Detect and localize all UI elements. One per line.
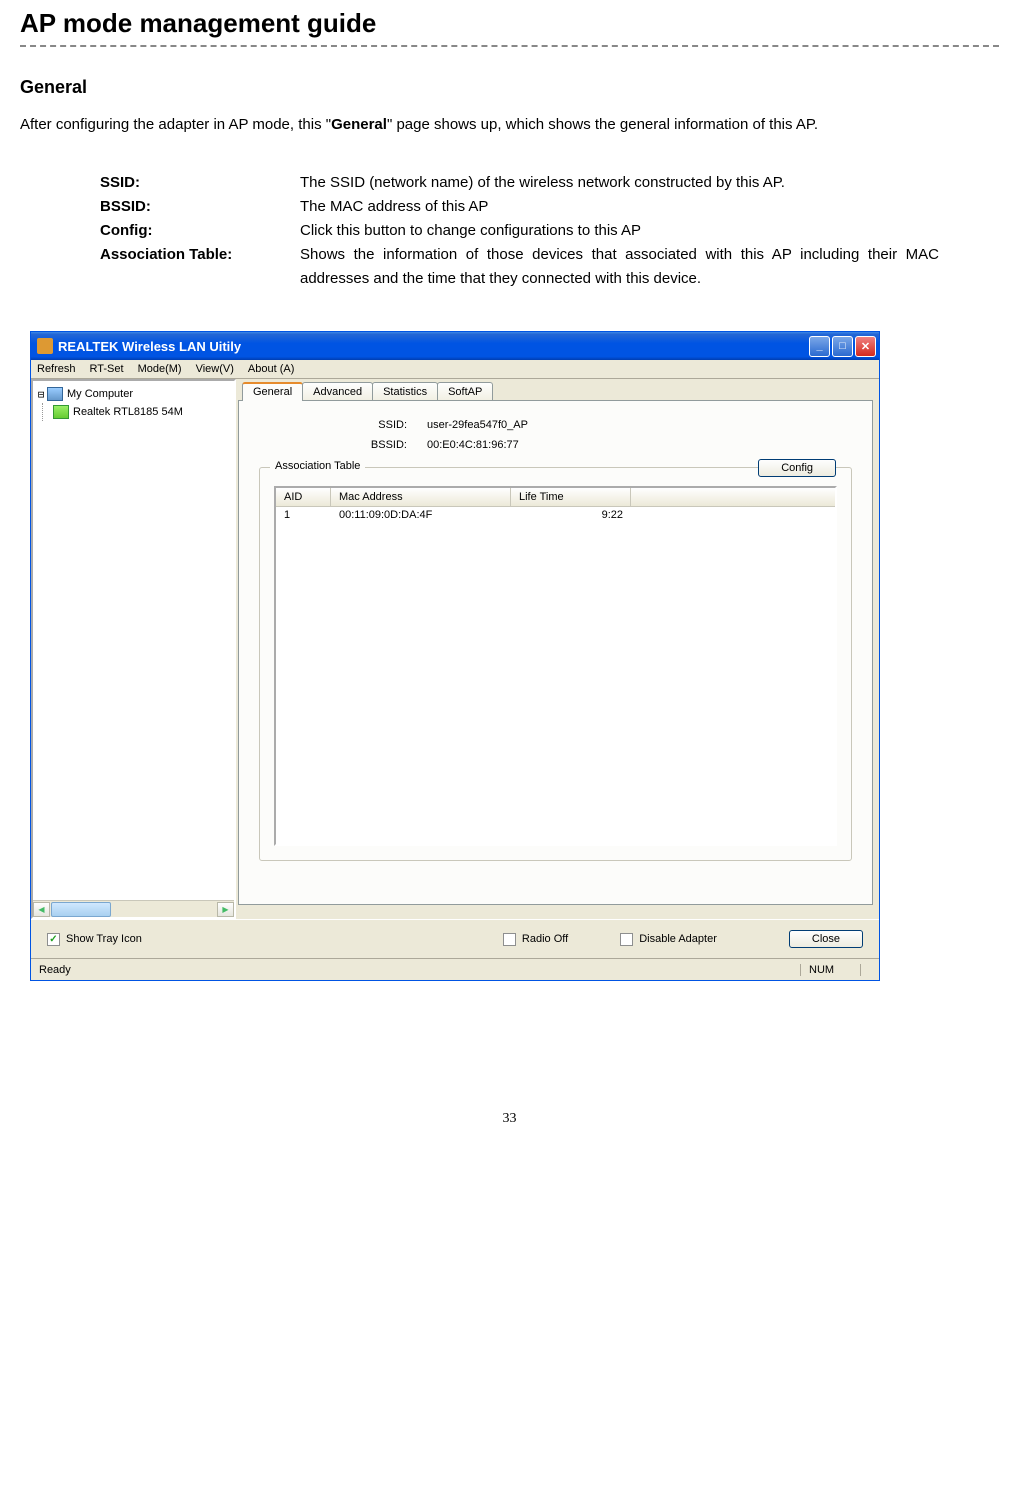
titlebar[interactable]: REALTEK Wireless LAN Uitily _ □ ✕ [31,332,879,360]
bssid-label: BSSID: [349,439,407,451]
show-tray-label: Show Tray Icon [66,933,142,945]
tree-child-item[interactable]: Realtek RTL8185 54M [53,403,232,421]
definition-row: Config: Click this button to change conf… [100,219,939,243]
menu-about[interactable]: About (A) [248,363,294,375]
tree-root-label: My Computer [67,388,133,400]
app-icon [37,338,53,354]
ssid-label: SSID: [349,419,407,431]
association-table-group: Association Table AID Mac Address Life T… [259,467,852,861]
config-button[interactable]: Config [758,459,836,477]
maximize-button[interactable]: □ [832,336,853,357]
section-heading-general: General [20,77,999,98]
definitions-table: SSID: The SSID (network name) of the wir… [100,171,939,291]
cell-lifetime: 9:22 [511,509,631,521]
ssid-value: user-29fea547f0_AP [427,419,528,431]
cell-aid: 1 [276,509,331,521]
close-button[interactable]: Close [789,930,863,948]
disable-adapter-label: Disable Adapter [639,933,717,945]
status-num: NUM [801,964,861,976]
tab-statistics[interactable]: Statistics [372,382,438,401]
computer-icon [47,387,63,401]
tab-softap[interactable]: SoftAP [437,382,493,401]
tree-child-label: Realtek RTL8185 54M [73,406,183,418]
scroll-left-button[interactable]: ◀ [33,902,50,917]
tab-row: General Advanced Statistics SoftAP [238,381,873,400]
bottom-bar: ✓ Show Tray Icon Radio Off Disable Adapt… [31,919,879,958]
minimize-button[interactable]: _ [809,336,830,357]
radio-off-label: Radio Off [522,933,568,945]
scroll-right-button[interactable]: ▶ [217,902,234,917]
status-ready: Ready [31,964,801,976]
tab-general[interactable]: General [242,382,303,401]
tab-body-general: SSID: user-29fea547f0_AP BSSID: 00:E0:4C… [238,400,873,905]
definition-label: BSSID: [100,195,300,219]
intro-text-pre: After configuring the adapter in AP mode… [20,116,331,133]
intro-paragraph: After configuring the adapter in AP mode… [20,108,999,141]
adapter-icon [53,405,69,419]
table-row[interactable]: 1 00:11:09:0D:DA:4F 9:22 [276,507,835,523]
show-tray-checkbox[interactable]: ✓ [47,933,60,946]
scroll-thumb[interactable] [51,902,111,917]
horizontal-scrollbar[interactable]: ◀ ▶ [33,900,234,917]
tree-root-item[interactable]: ⊟ My Computer [35,385,232,403]
window-controls: _ □ ✕ [809,336,876,357]
menu-view[interactable]: View(V) [196,363,234,375]
menu-mode[interactable]: Mode(M) [138,363,182,375]
title-divider [20,45,999,47]
definition-label: Association Table: [100,243,300,291]
radio-off-checkbox[interactable] [503,933,516,946]
status-bar: Ready NUM [31,958,879,980]
tree-panel: ⊟ My Computer Realtek RTL8185 54M ◀ ▶ [31,379,236,919]
app-window: REALTEK Wireless LAN Uitily _ □ ✕ Refres… [30,331,880,981]
column-header-mac[interactable]: Mac Address [331,488,511,506]
definition-row: BSSID: The MAC address of this AP [100,195,939,219]
bssid-row: BSSID: 00:E0:4C:81:96:77 [349,439,852,451]
menu-rtset[interactable]: RT-Set [90,363,124,375]
definition-value: Shows the information of those devices t… [300,243,939,291]
page-title: AP mode management guide [20,8,999,39]
definition-row: Association Table: Shows the information… [100,243,939,291]
definition-label: SSID: [100,171,300,195]
intro-text-bold: General [331,116,387,133]
close-window-button[interactable]: ✕ [855,336,876,357]
menu-bar: Refresh RT-Set Mode(M) View(V) About (A) [31,360,879,379]
main-pane: ⊟ My Computer Realtek RTL8185 54M ◀ ▶ [31,379,879,919]
intro-text-post: " page shows up, which shows the general… [387,116,818,133]
page-number: 33 [20,1111,999,1127]
tab-advanced[interactable]: Advanced [302,382,373,401]
definition-value: The SSID (network name) of the wireless … [300,171,785,195]
column-header-aid[interactable]: AID [276,488,331,506]
cell-mac: 00:11:09:0D:DA:4F [331,509,511,521]
definition-value: Click this button to change configuratio… [300,219,641,243]
definition-value: The MAC address of this AP [300,195,488,219]
tree-collapse-icon[interactable]: ⊟ [35,388,47,401]
bssid-value: 00:E0:4C:81:96:77 [427,439,519,451]
disable-adapter-checkbox[interactable] [620,933,633,946]
window-title: REALTEK Wireless LAN Uitily [58,339,809,354]
association-table: AID Mac Address Life Time 1 00:11:09:0D:… [274,486,837,846]
content-panel: General Advanced Statistics SoftAP SSID:… [236,379,879,919]
menu-refresh[interactable]: Refresh [37,363,76,375]
definition-row: SSID: The SSID (network name) of the wir… [100,171,939,195]
definition-label: Config: [100,219,300,243]
ssid-row: SSID: user-29fea547f0_AP [349,419,852,431]
table-header: AID Mac Address Life Time [276,488,835,507]
column-header-lifetime[interactable]: Life Time [511,488,631,506]
